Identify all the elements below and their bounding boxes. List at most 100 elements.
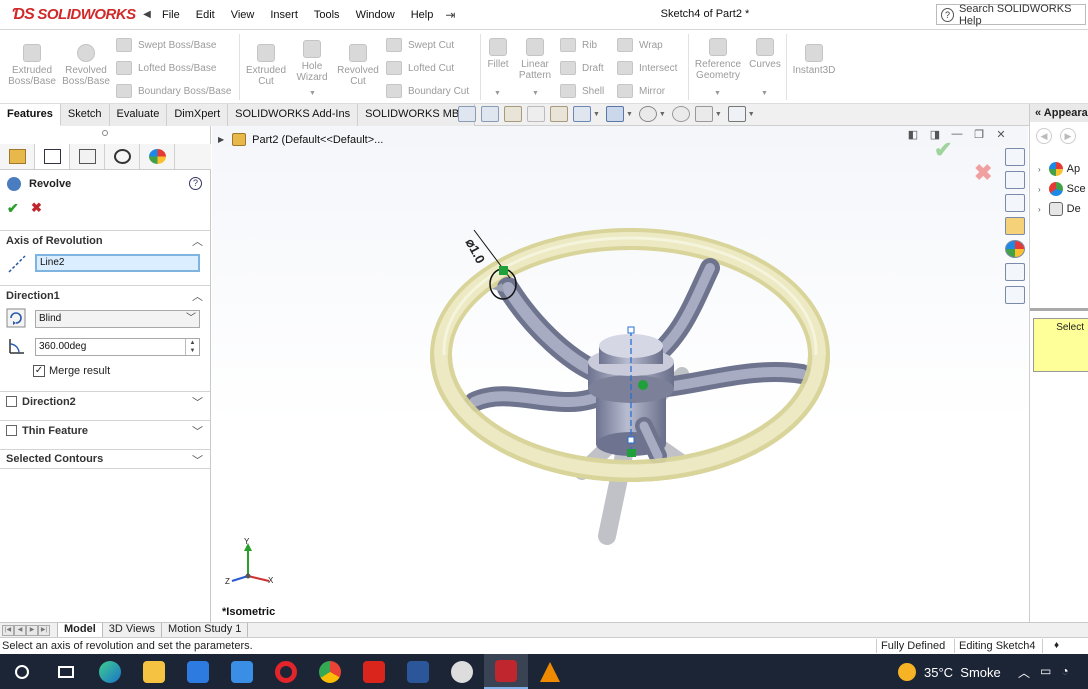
display-style-icon[interactable]: [605, 106, 624, 122]
hide-show-dropdown-icon[interactable]: ▼: [659, 111, 666, 118]
appearances-folder[interactable]: › Ap: [1038, 162, 1080, 176]
custom-properties-icon[interactable]: [1005, 263, 1025, 281]
next-tab-icon[interactable]: ▶: [26, 624, 38, 636]
reference-geometry-dropdown-icon[interactable]: ▼: [714, 90, 721, 97]
axis-of-revolution-group[interactable]: Axis of Revolution ︿: [0, 230, 210, 250]
menu-tools[interactable]: Tools: [306, 9, 348, 21]
draft-button[interactable]: Draft: [560, 61, 604, 75]
reverse-direction-icon[interactable]: [6, 308, 26, 328]
menu-window[interactable]: Window: [348, 9, 403, 21]
decals-folder[interactable]: › De: [1038, 202, 1081, 216]
display-style-dropdown-icon[interactable]: ▼: [626, 111, 633, 118]
menu-insert[interactable]: Insert: [262, 9, 306, 21]
design-library-icon[interactable]: [1005, 171, 1025, 189]
curves-dropdown-icon[interactable]: ▼: [761, 90, 768, 97]
forum-icon[interactable]: [1005, 286, 1025, 304]
scene-dropdown-icon[interactable]: ▼: [715, 111, 722, 118]
network-icon[interactable]: ◔: [1061, 664, 1068, 681]
collapse-chevron-icon[interactable]: ︿: [192, 288, 203, 304]
hole-wizard-dropdown-icon[interactable]: ▼: [309, 90, 316, 97]
chrome-icon[interactable]: [308, 654, 352, 689]
tab-evaluate[interactable]: Evaluate: [109, 104, 168, 126]
edge-browser-icon[interactable]: [88, 654, 132, 689]
ok-checkmark-icon[interactable]: ✔: [7, 200, 19, 217]
previous-view-icon[interactable]: [504, 106, 522, 122]
expand-arrow-icon[interactable]: ›: [1038, 205, 1041, 214]
mail-icon[interactable]: [220, 654, 264, 689]
axis-selection-field[interactable]: Line2: [35, 254, 200, 272]
collapse-pane-icon[interactable]: «: [1035, 107, 1041, 119]
angle-spinner-icon[interactable]: ▲ ▼: [185, 339, 199, 355]
tab-dimxpert[interactable]: DimXpert: [167, 104, 229, 126]
mirror-button[interactable]: Mirror: [617, 84, 665, 98]
expand-chevron-icon[interactable]: ﹀: [192, 452, 203, 468]
feature-help-icon[interactable]: ?: [189, 177, 202, 190]
rebuild-icon[interactable]: ♦: [1054, 640, 1059, 651]
boundary-boss-button[interactable]: Boundary Boss/Base: [116, 84, 231, 98]
solidworks-taskbar-icon[interactable]: [484, 654, 528, 689]
expand-chevron-icon[interactable]: ﹀: [192, 394, 203, 410]
pane-splitter[interactable]: [1030, 308, 1088, 311]
extruded-boss-button[interactable]: Extruded Boss/Base: [6, 44, 58, 87]
linear-pattern-button[interactable]: Linear Pattern: [516, 38, 554, 81]
vlc-icon[interactable]: [528, 654, 572, 689]
reference-geometry-button[interactable]: Reference Geometry: [692, 38, 744, 81]
merge-result-checkbox[interactable]: ✓ Merge result: [33, 365, 110, 377]
zoom-to-area-icon[interactable]: [481, 106, 499, 122]
search-icon[interactable]: [0, 654, 44, 689]
rib-button[interactable]: Rib: [560, 38, 597, 52]
tab-features[interactable]: Features: [0, 104, 61, 126]
graphics-area[interactable]: ▶ Part2 (Default<<Default>... ◧ ◨ — ❐ ✕ …: [212, 126, 1028, 622]
expand-arrow-icon[interactable]: ›: [1038, 165, 1041, 174]
expand-arrow-icon[interactable]: ›: [1038, 185, 1041, 194]
menu-view[interactable]: View: [223, 9, 263, 21]
solidworks-resources-icon[interactable]: [1005, 148, 1025, 166]
collapse-chevron-icon[interactable]: ︿: [192, 233, 203, 249]
hide-show-items-icon[interactable]: [638, 106, 657, 122]
fillet-button[interactable]: Fillet: [483, 38, 513, 70]
boundary-cut-button[interactable]: Boundary Cut: [386, 84, 469, 98]
direction2-group[interactable]: Direction2 ﹀: [0, 391, 210, 411]
pin-menu-icon[interactable]: ⇥: [445, 8, 455, 22]
paint-icon[interactable]: [440, 654, 484, 689]
view-orientation-icon[interactable]: [573, 106, 591, 122]
edit-appearance-icon[interactable]: [671, 106, 690, 122]
swept-boss-button[interactable]: Swept Boss/Base: [116, 38, 216, 52]
menu-file[interactable]: File: [154, 9, 188, 21]
forward-icon[interactable]: ▶: [1060, 128, 1076, 144]
view-settings-icon[interactable]: [727, 106, 746, 122]
view-palette-icon[interactable]: [1005, 217, 1025, 235]
word-icon[interactable]: [396, 654, 440, 689]
extruded-cut-button[interactable]: Extruded Cut: [242, 44, 290, 87]
store-icon[interactable]: [176, 654, 220, 689]
dimxpert-manager-tab[interactable]: [105, 144, 140, 169]
selected-contours-group[interactable]: Selected Contours ﹀: [0, 449, 210, 469]
file-explorer-icon[interactable]: [1005, 194, 1025, 212]
property-manager-tab[interactable]: [35, 144, 70, 169]
curves-button[interactable]: Curves: [747, 38, 783, 70]
instant3d-button[interactable]: Instant3D: [789, 44, 839, 76]
fillet-dropdown-icon[interactable]: ▼: [494, 90, 501, 97]
feature-manager-tab[interactable]: [0, 144, 35, 169]
zoom-to-fit-icon[interactable]: [458, 106, 476, 122]
appearances-icon[interactable]: [1005, 240, 1025, 258]
menu-expand-icon[interactable]: ◀: [140, 9, 154, 20]
prev-tab-icon[interactable]: ◀: [14, 624, 26, 636]
direction1-group[interactable]: Direction1 ︿: [0, 285, 210, 305]
revolved-boss-button[interactable]: Revolved Boss/Base: [60, 44, 112, 87]
hole-wizard-button[interactable]: Hole Wizard: [290, 40, 334, 83]
intersect-button[interactable]: Intersect: [617, 61, 677, 75]
configuration-manager-tab[interactable]: [70, 144, 105, 169]
scenes-folder[interactable]: › Sce: [1038, 182, 1086, 196]
tab-3d-views[interactable]: 3D Views: [101, 623, 163, 637]
cancel-x-icon[interactable]: ✖: [31, 200, 42, 216]
tab-motion-study[interactable]: Motion Study 1: [161, 623, 249, 637]
lofted-cut-button[interactable]: Lofted Cut: [386, 61, 454, 75]
wrap-button[interactable]: Wrap: [617, 38, 663, 52]
panel-grip-icon[interactable]: [102, 130, 108, 136]
tray-expand-icon[interactable]: ︿: [1018, 664, 1030, 681]
shell-button[interactable]: Shell: [560, 84, 604, 98]
tab-addins[interactable]: SOLIDWORKS Add-Ins: [228, 104, 359, 126]
tab-sketch[interactable]: Sketch: [60, 104, 110, 126]
lofted-boss-button[interactable]: Lofted Boss/Base: [116, 61, 216, 75]
